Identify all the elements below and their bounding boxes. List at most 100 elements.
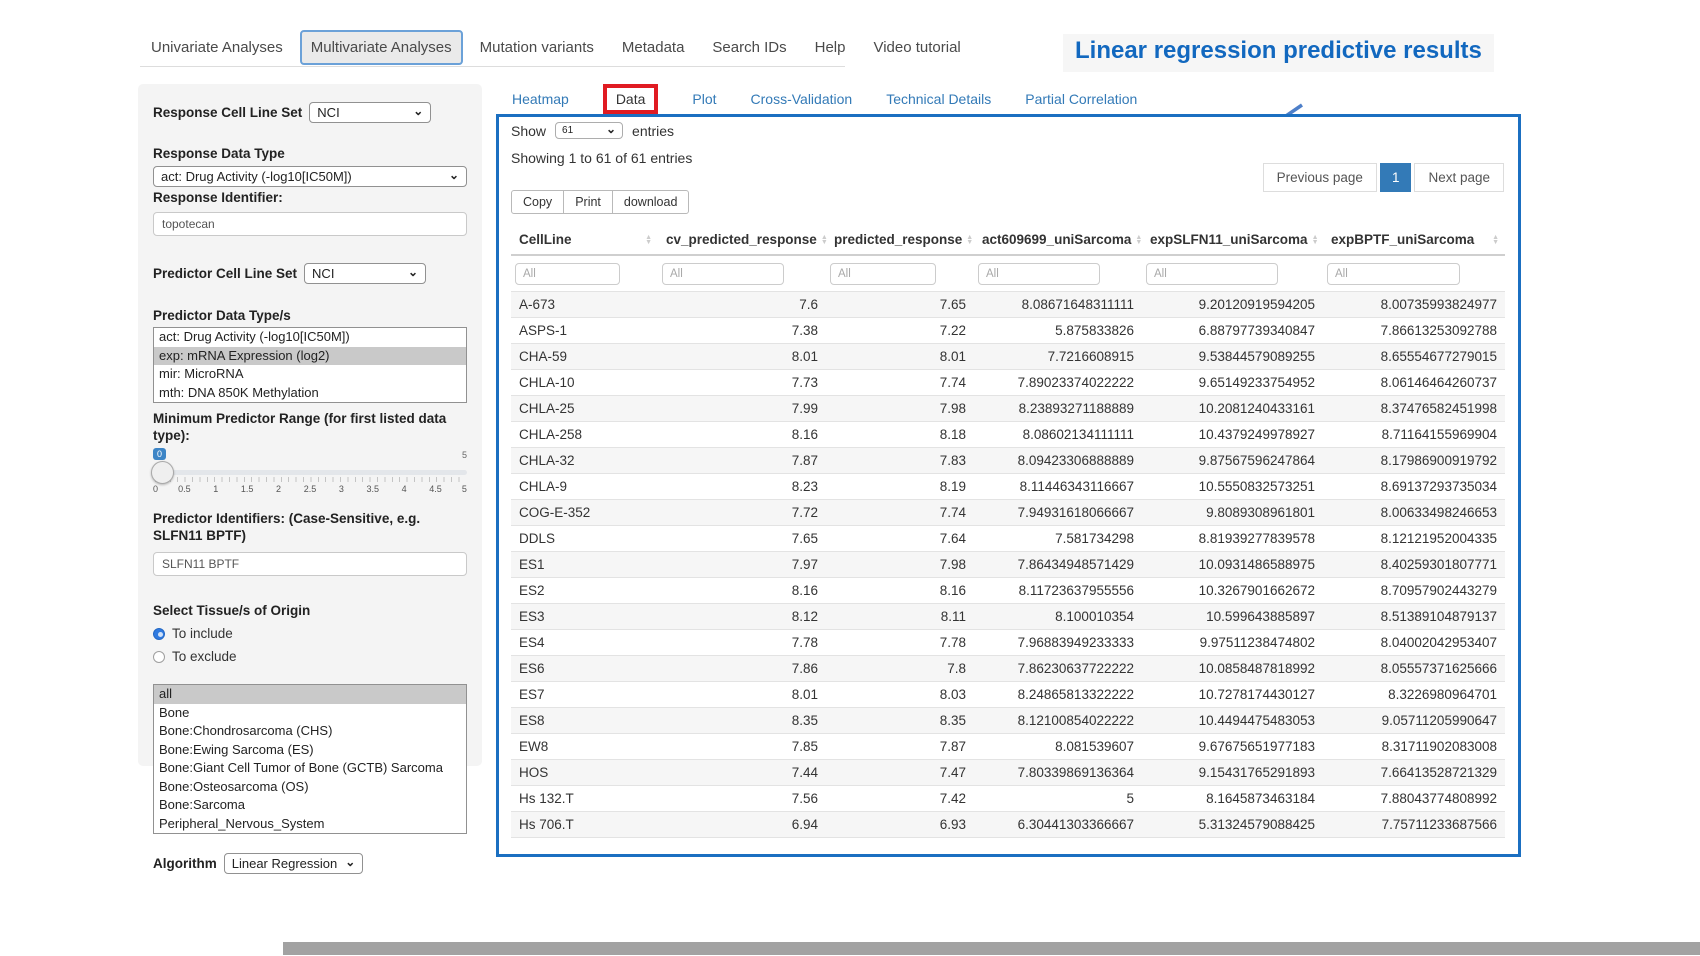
filter-input-expbptf-unisarcoma[interactable]: [1327, 263, 1460, 285]
sort-icon[interactable]: ▲▼: [966, 235, 973, 245]
show-entries-select[interactable]: 61 ⌄: [555, 122, 623, 139]
radio-button-icon[interactable]: [153, 651, 165, 663]
predictor-cell-line-set-value: NCI: [312, 266, 334, 281]
col-header-act609699-unisarcoma[interactable]: act609699_uniSarcoma▲▼: [974, 226, 1142, 255]
value-cell: 8.23893271188889: [974, 396, 1142, 422]
option-mth-dna-850k-methylation[interactable]: mth: DNA 850K Methylation: [154, 384, 466, 403]
cellline-cell: DDLS: [511, 526, 658, 552]
option-peripheral-nervous-system[interactable]: Peripheral_Nervous_System: [154, 815, 466, 834]
predictor-cell-line-set-select[interactable]: NCI ⌄: [304, 263, 426, 284]
option-exp-mrna-expression-log2[interactable]: exp: mRNA Expression (log2): [154, 347, 466, 366]
value-cell: 10.0858487818992: [1142, 656, 1323, 682]
slider-tick-label: 2: [269, 484, 289, 494]
slider-tick-label: 4.5: [426, 484, 446, 494]
filter-input-cv-predicted-response[interactable]: [662, 263, 784, 285]
col-header-expslfn11-unisarcoma[interactable]: expSLFN11_uniSarcoma▲▼: [1142, 226, 1323, 255]
response-data-type-select[interactable]: act: Drug Activity (-log10[IC50M]) ⌄: [153, 166, 467, 187]
col-header-predicted-response[interactable]: predicted_response▲▼: [826, 226, 974, 255]
cellline-cell: ES2: [511, 578, 658, 604]
option-act-drug-activity-log10-ic50m[interactable]: act: Drug Activity (-log10[IC50M]): [154, 328, 466, 347]
sort-icon[interactable]: ▲▼: [1492, 235, 1499, 245]
nav-item-search-ids[interactable]: Search IDs: [701, 30, 797, 65]
col-header-cv-predicted-response[interactable]: cv_predicted_response▲▼: [658, 226, 826, 255]
table-row: Hs 706.T6.946.936.304413033666675.313245…: [511, 812, 1505, 838]
filter-cell-predicted-response: [826, 255, 974, 292]
nav-item-mutation-variants[interactable]: Mutation variants: [469, 30, 605, 65]
copy-button[interactable]: Copy: [511, 190, 564, 214]
nav-item-metadata[interactable]: Metadata: [611, 30, 696, 65]
sort-icon[interactable]: ▲▼: [821, 235, 828, 245]
radio-to-include[interactable]: To include: [153, 626, 467, 641]
radio-to-exclude[interactable]: To exclude: [153, 649, 467, 664]
value-cell: 7.86613253092788: [1323, 318, 1505, 344]
filter-input-cellline[interactable]: [515, 263, 620, 285]
filter-input-act609699-unisarcoma[interactable]: [978, 263, 1100, 285]
tab-partial-correlation[interactable]: Partial Correlation: [1025, 91, 1137, 107]
tab-data[interactable]: Data: [603, 84, 659, 114]
sort-icon[interactable]: ▲▼: [645, 235, 652, 245]
slider-handle[interactable]: [151, 461, 174, 484]
value-cell: 8.65554677279015: [1323, 344, 1505, 370]
tab-plot[interactable]: Plot: [692, 91, 716, 107]
option-all[interactable]: all: [154, 685, 466, 704]
value-cell: 7.74: [826, 500, 974, 526]
algorithm-value: Linear Regression: [232, 856, 338, 871]
option-bone-sarcoma[interactable]: Bone:Sarcoma: [154, 796, 466, 815]
tissue-origin-label: Select Tissue/s of Origin: [153, 603, 467, 618]
value-cell: 7.86230637722222: [974, 656, 1142, 682]
option-bone-osteosarcoma-os[interactable]: Bone:Osteosarcoma (OS): [154, 778, 466, 797]
value-cell: 9.97511238474802: [1142, 630, 1323, 656]
nav-item-video-tutorial[interactable]: Video tutorial: [862, 30, 971, 65]
page-number-button[interactable]: 1: [1380, 163, 1412, 192]
filter-input-predicted-response[interactable]: [830, 263, 936, 285]
algorithm-select[interactable]: Linear Regression ⌄: [224, 853, 364, 874]
slider-tick-label: 3.5: [363, 484, 383, 494]
next-page-button[interactable]: Next page: [1414, 163, 1504, 192]
nav-item-multivariate-analyses[interactable]: Multivariate Analyses: [300, 30, 463, 65]
slider-track[interactable]: [153, 470, 467, 475]
option-bone[interactable]: Bone: [154, 704, 466, 723]
previous-page-button[interactable]: Previous page: [1263, 163, 1377, 192]
value-cell: 8.00633498246653: [1323, 500, 1505, 526]
table-row: A-6737.67.658.086716483111119.2012091959…: [511, 292, 1505, 318]
chevron-down-icon: ⌄: [345, 858, 355, 866]
sort-icon[interactable]: ▲▼: [1312, 235, 1319, 245]
option-mir-microrna[interactable]: mir: MicroRNA: [154, 365, 466, 384]
print-button[interactable]: Print: [563, 190, 613, 214]
col-header-expbptf-unisarcoma[interactable]: expBPTF_uniSarcoma▲▼: [1323, 226, 1505, 255]
download-button[interactable]: download: [612, 190, 690, 214]
tab-heatmap[interactable]: Heatmap: [512, 91, 569, 107]
nav-item-univariate-analyses[interactable]: Univariate Analyses: [140, 30, 294, 65]
cellline-cell: COG-E-352: [511, 500, 658, 526]
table-head: CellLine▲▼cv_predicted_response▲▼predict…: [511, 226, 1505, 292]
value-cell: 7.65: [658, 526, 826, 552]
col-header-content: cv_predicted_response▲▼: [666, 232, 820, 247]
option-bone-ewing-sarcoma-es[interactable]: Bone:Ewing Sarcoma (ES): [154, 741, 466, 760]
tab-technical-details[interactable]: Technical Details: [886, 91, 991, 107]
table-row: ES67.867.87.8623063772222210.08584878189…: [511, 656, 1505, 682]
predictor-identifiers-input[interactable]: [153, 552, 467, 576]
value-cell: 7.66413528721329: [1323, 760, 1505, 786]
predictor-cell-line-set-label: Predictor Cell Line Set: [153, 266, 297, 281]
sort-desc-icon: ▼: [1312, 240, 1319, 245]
radio-button-icon[interactable]: [153, 628, 165, 640]
col-header-label: CellLine: [519, 232, 572, 247]
option-bone-giant-cell-tumor-of-bone-gctb-sarcoma[interactable]: Bone:Giant Cell Tumor of Bone (GCTB) Sar…: [154, 759, 466, 778]
col-header-cellline[interactable]: CellLine ▲▼: [511, 226, 658, 255]
value-cell: 7.88043774808992: [1323, 786, 1505, 812]
value-cell: 10.0931486588975: [1142, 552, 1323, 578]
nav-item-help[interactable]: Help: [804, 30, 857, 65]
option-bone-chondrosarcoma-chs[interactable]: Bone:Chondrosarcoma (CHS): [154, 722, 466, 741]
value-cell: 9.15431765291893: [1142, 760, 1323, 786]
algorithm-label: Algorithm: [153, 856, 217, 871]
results-panel: Show 61 ⌄ entries Showing 1 to 61 of 61 …: [496, 114, 1521, 857]
slider-tick-label: 1: [206, 484, 226, 494]
tab-cross-validation[interactable]: Cross-Validation: [751, 91, 853, 107]
response-identifier-input[interactable]: [153, 212, 467, 236]
sort-icon[interactable]: ▲▼: [1135, 235, 1142, 245]
table-row: ES38.128.118.10001035410.5996438858978.5…: [511, 604, 1505, 630]
chevron-down-icon: ⌄: [413, 107, 423, 115]
response-cell-line-set-select[interactable]: NCI ⌄: [309, 102, 431, 123]
value-cell: 6.30441303366667: [974, 812, 1142, 838]
filter-input-expslfn11-unisarcoma[interactable]: [1146, 263, 1278, 285]
